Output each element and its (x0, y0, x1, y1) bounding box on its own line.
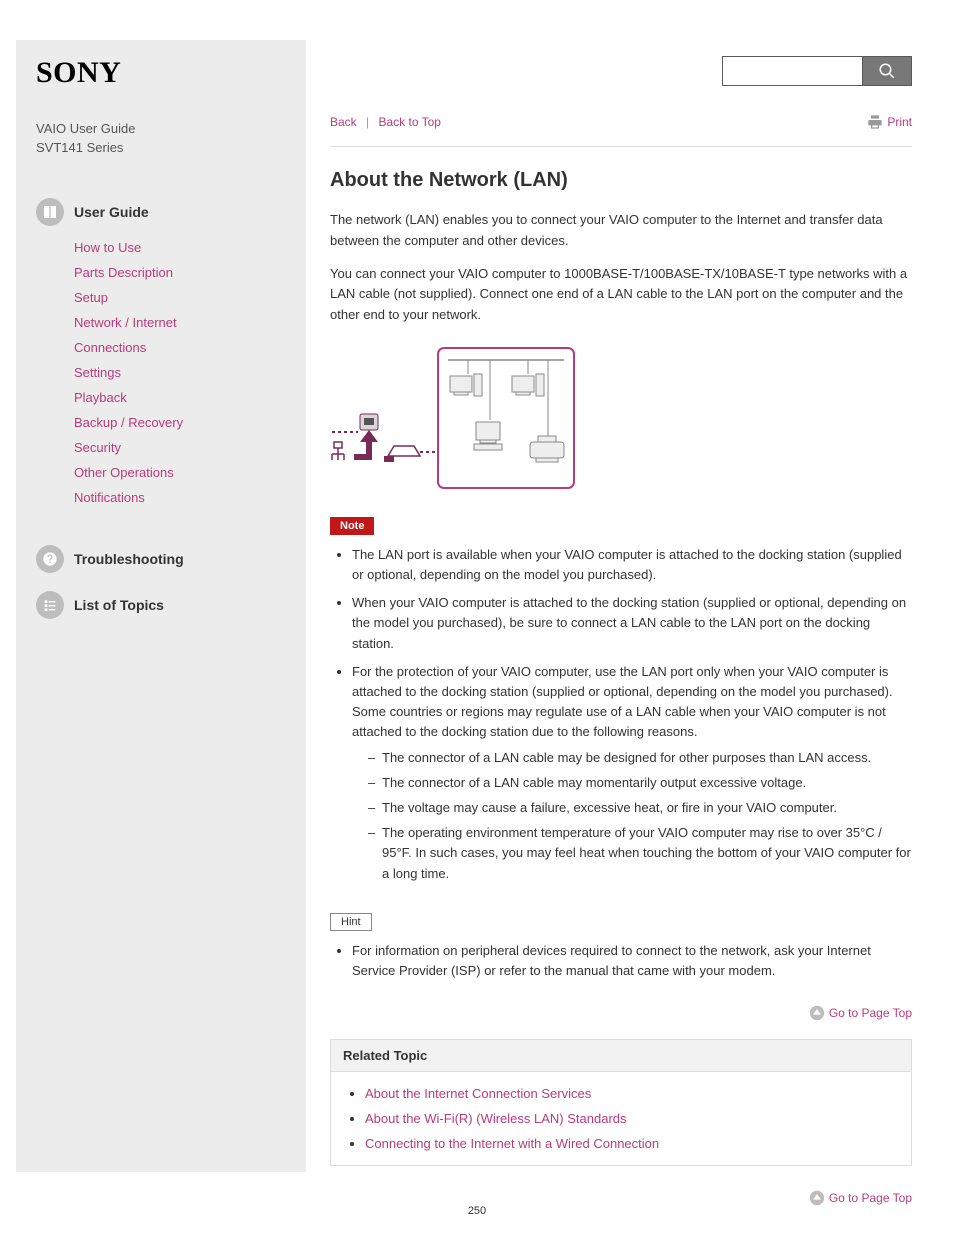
go-to-top-link[interactable]: Go to Page Top (809, 1005, 912, 1021)
main-content: Back | Back to Top Print About the Netwo… (330, 0, 954, 1206)
search-button[interactable] (862, 56, 912, 86)
sidebar-link-parts[interactable]: Parts Description (74, 265, 173, 280)
related-link-3[interactable]: Connecting to the Internet with a Wired … (365, 1136, 659, 1151)
go-to-top-label-2: Go to Page Top (829, 1191, 912, 1205)
breadcrumb-sep: | (366, 115, 369, 129)
sidebar-links-user-guide: How to Use Parts Description Setup Netwo… (36, 240, 290, 505)
breadcrumb: Back | Back to Top (330, 115, 441, 129)
book-icon (36, 198, 64, 226)
arrow-up-icon (809, 1190, 825, 1206)
hint-badge: Hint (330, 913, 372, 931)
related-title: Related Topic (331, 1040, 911, 1072)
sidebar-link-how-to-use[interactable]: How to Use (74, 240, 141, 255)
sidebar-link-playback[interactable]: Playback (74, 390, 127, 405)
breadcrumb-back[interactable]: Back (330, 115, 357, 129)
sidebar: SONY VAIO User Guide SVT141 Series User … (16, 40, 306, 1172)
sidebar-title-troubleshooting: Troubleshooting (74, 551, 184, 567)
search-icon (878, 62, 896, 80)
sidebar-link-other[interactable]: Other Operations (74, 465, 174, 480)
note-sub-1: The connector of a LAN cable may be desi… (382, 748, 912, 769)
intro-para-1: The network (LAN) enables you to connect… (330, 210, 912, 252)
related-list: About the Internet Connection Services A… (331, 1072, 911, 1165)
sidebar-link-network[interactable]: Network / Internet (74, 315, 177, 330)
note-item-3: For the protection of your VAIO computer… (352, 662, 912, 885)
search-input[interactable] (722, 56, 862, 86)
print-link[interactable]: Print (867, 114, 912, 130)
print-label: Print (887, 115, 912, 129)
note-badge: Note (330, 517, 374, 535)
sidebar-link-backup[interactable]: Backup / Recovery (74, 415, 183, 430)
list-icon (36, 591, 64, 619)
search-box (722, 56, 912, 86)
note-item-2: When your VAIO computer is attached to t… (352, 593, 912, 653)
intro-para-2: You can connect your VAIO computer to 10… (330, 264, 912, 326)
note-sub-3: The voltage may cause a failure, excessi… (382, 798, 912, 819)
related-link-1[interactable]: About the Internet Connection Services (365, 1086, 591, 1101)
sidebar-title-user-guide: User Guide (74, 204, 149, 220)
product-line1: VAIO User Guide (36, 121, 135, 136)
sidebar-link-connections[interactable]: Connections (74, 340, 146, 355)
sidebar-link-setup[interactable]: Setup (74, 290, 108, 305)
go-to-top-label: Go to Page Top (829, 1006, 912, 1020)
hint-item-1: For information on peripheral devices re… (352, 941, 912, 981)
page-title: About the Network (LAN) (330, 169, 912, 192)
sidebar-link-security[interactable]: Security (74, 440, 121, 455)
sidebar-section-troubleshooting[interactable]: Troubleshooting (36, 545, 290, 573)
note-item-1: The LAN port is available when your VAIO… (352, 545, 912, 585)
note-item-3-text: For the protection of your VAIO computer… (352, 664, 893, 739)
sidebar-link-notifications[interactable]: Notifications (74, 490, 145, 505)
go-to-top-link-2[interactable]: Go to Page Top (809, 1190, 912, 1206)
note-sub-4: The operating environment temperature of… (382, 823, 912, 885)
note-sub-2: The connector of a LAN cable may momenta… (382, 773, 912, 794)
brand-logo: SONY (36, 56, 290, 90)
breadcrumb-top[interactable]: Back to Top (379, 115, 441, 129)
sidebar-section-user-guide: User Guide How to Use Parts Description … (36, 198, 290, 505)
product-model: SVT141 Series (36, 140, 123, 155)
lan-diagram (330, 342, 912, 495)
sidebar-link-settings[interactable]: Settings (74, 365, 121, 380)
sidebar-title-list-topics: List of Topics (74, 597, 164, 613)
related-box: Related Topic About the Internet Connect… (330, 1039, 912, 1166)
note-list: The LAN port is available when your VAIO… (330, 545, 912, 885)
print-icon (867, 114, 883, 130)
arrow-up-icon (809, 1005, 825, 1021)
sidebar-section-list-topics[interactable]: List of Topics (36, 591, 290, 619)
related-link-2[interactable]: About the Wi-Fi(R) (Wireless LAN) Standa… (365, 1111, 627, 1126)
question-icon (36, 545, 64, 573)
hint-list: For information on peripheral devices re… (330, 941, 912, 981)
page-number: 250 (0, 1205, 954, 1217)
divider (330, 146, 912, 147)
product-name: VAIO User Guide SVT141 Series (36, 120, 290, 158)
note-sublist: The connector of a LAN cable may be desi… (352, 748, 912, 885)
